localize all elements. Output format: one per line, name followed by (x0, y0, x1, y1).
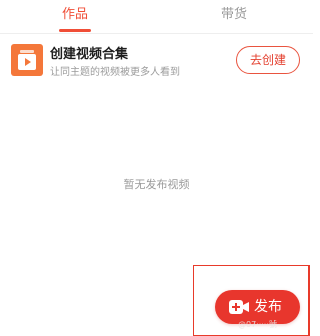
video-add-icon (229, 300, 249, 314)
tab-goods[interactable]: 带货 (219, 4, 249, 26)
empty-state-text: 暂无发布视频 (123, 178, 190, 191)
watermark: @07·····號 (238, 320, 277, 329)
collection-subtitle: 让同主题的视频被更多人看到 (50, 67, 180, 78)
create-collection-card: 创建视频合集 让同主题的视频被更多人看到 去创建 (0, 34, 313, 90)
active-tab-indicator (59, 29, 91, 32)
create-collection-button[interactable]: 去创建 (236, 46, 300, 74)
video-collection-icon (11, 44, 43, 76)
works-screen: 作品 带货 创建视频合集 让同主题的视频被更多人看到 去创建 暂无发布视频 发布… (0, 0, 313, 336)
tab-works[interactable]: 作品 (60, 4, 90, 26)
collection-title: 创建视频合集 (50, 47, 129, 62)
publish-label: 发布 (254, 299, 282, 315)
tab-bar: 作品 带货 (0, 0, 313, 34)
